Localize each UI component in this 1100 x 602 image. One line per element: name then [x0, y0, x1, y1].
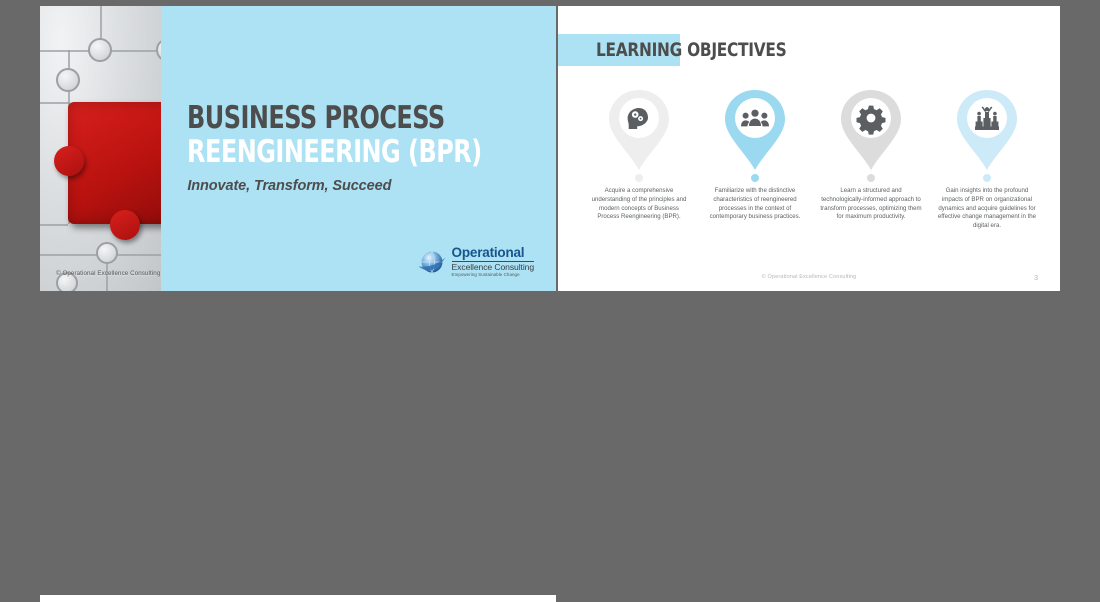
pin-marker — [957, 90, 1017, 170]
logo-line1: Operational — [451, 246, 534, 262]
page-title-line2: REENGINEERING (BPR) — [187, 133, 483, 170]
slide-thumbnail-learning-objectives[interactable]: LEARNING OBJECTIVES Acquire a comprehens… — [558, 6, 1060, 291]
gear-icon — [856, 105, 886, 135]
objective-item[interactable]: Familiarize with the distinctive charact… — [700, 88, 810, 231]
slide-number: 3 — [1034, 275, 1038, 282]
objective-text: Acquire a comprehensive understanding of… — [591, 187, 687, 221]
objective-text: Learn a structured and technologically-i… — [820, 187, 922, 221]
pin-marker — [725, 90, 785, 170]
title-pane: BUSINESS PROCESS REENGINEERING (BPR) Inn… — [161, 6, 556, 291]
red-puzzle-piece — [54, 102, 162, 240]
slide-thumbnail-title[interactable]: © Operational Excellence Consulting. All… — [40, 6, 556, 291]
page-title-line1: BUSINESS PROCESS — [187, 99, 445, 136]
pin-dot — [635, 174, 643, 182]
puzzle-seam — [40, 224, 68, 226]
logo-tagline: Empowering Sustainable Change — [451, 271, 520, 277]
company-logo: Operational Excellence Consulting Empowe… — [417, 246, 534, 277]
puzzle-photo: © Operational Excellence Consulting. All… — [40, 6, 162, 291]
footer-copyright: © Operational Excellence Consulting — [761, 274, 857, 280]
puzzle-knob — [56, 68, 80, 92]
photo-credit: © Operational Excellence Consulting. All… — [56, 270, 162, 277]
objective-item[interactable]: Learn a structured and technologically-i… — [816, 88, 926, 231]
pin-marker — [609, 90, 669, 170]
globe-icon — [418, 250, 446, 273]
tagline: Innovate, Transform, Succeed — [187, 178, 392, 195]
pin-marker — [841, 90, 901, 170]
objectives-pin-row: Acquire a comprehensive understanding of… — [584, 88, 1042, 231]
page-title: LEARNING OBJECTIVES — [596, 39, 787, 61]
objective-text: Gain insights into the profound impacts … — [937, 187, 1037, 230]
objective-item[interactable]: Acquire a comprehensive understanding of… — [584, 88, 694, 231]
pin-dot — [983, 174, 991, 182]
objective-text: Familiarize with the distinctive charact… — [709, 187, 801, 221]
pin-dot — [751, 174, 759, 182]
puzzle-knob — [88, 38, 112, 62]
puzzle-knob — [96, 242, 118, 264]
logo-line2: Excellence Consulting — [451, 262, 535, 272]
puzzle-seam — [40, 102, 70, 104]
objective-item[interactable]: Gain insights into the profound impacts … — [932, 88, 1042, 231]
slide-thumbnail-grid: © Operational Excellence Consulting. All… — [0, 0, 1100, 602]
slide-thumbnail-contents[interactable]: CONTENTS 1Key Concepts & Principles2Proc… — [40, 595, 556, 602]
pin-dot — [867, 174, 875, 182]
